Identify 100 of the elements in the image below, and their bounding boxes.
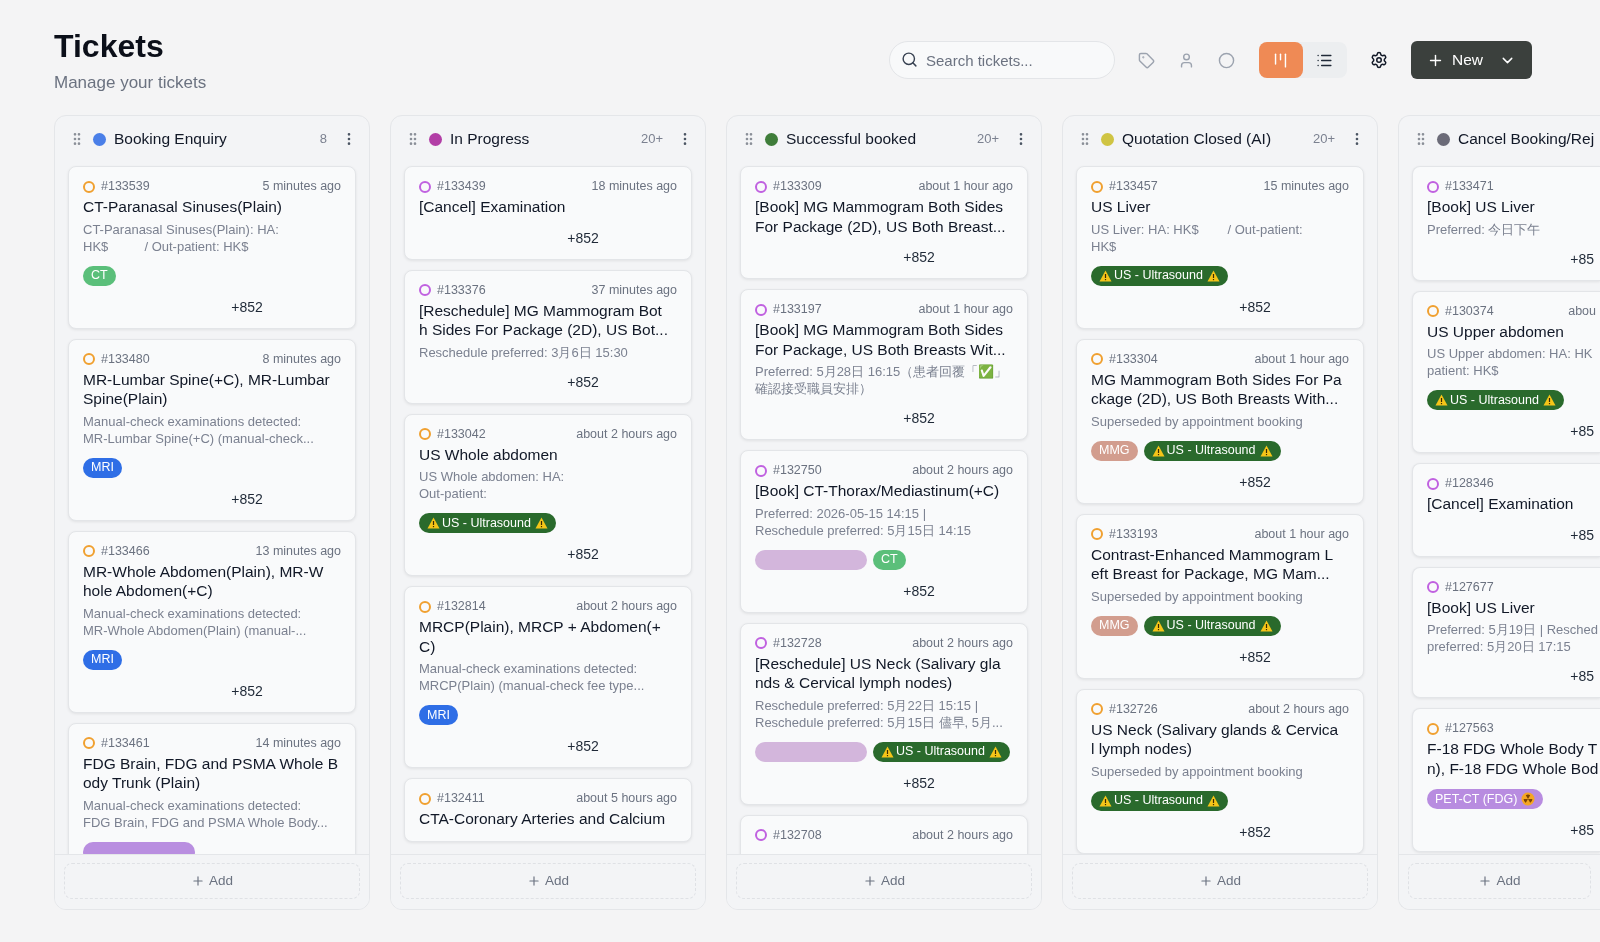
ticket-card[interactable]: #133471 [Book] US Liver Preferred: 今日下午 +85 bbox=[1412, 166, 1600, 281]
ticket-phone: +852 bbox=[903, 581, 935, 600]
ticket-card[interactable]: #133466 13 minutes ago MR-Whole Abdomen(Plain), MR-W hole Abdomen(+C) Manual-check examinations detected: MR-Whole Abdomen(Plain) (manual-... MRI +852 bbox=[68, 530, 356, 713]
ticket-card[interactable]: #127563 F-18 FDG Whole Body T n), F-18 FDG Whole Bod PET-CT (FDG) +85 bbox=[1412, 708, 1600, 852]
ticket-title: CT-Paranasal Sinuses(Plain) bbox=[83, 197, 283, 217]
view-toggle[interactable] bbox=[1259, 42, 1303, 78]
ticket-phone: +852 bbox=[231, 297, 263, 316]
tag: US - Ultrasound bbox=[419, 513, 556, 533]
ticket-card[interactable]: #133457 15 minutes ago US Liver US Liver: HA: HK$ / Out-patient: HK$ US - Ultrasound +852 bbox=[1076, 166, 1364, 329]
ticket-card[interactable]: #133376 37 minutes ago [Reschedule] MG Mammogram Bot h Sides For Package (2D), US Bot... Reschedule preferred: 3月6日 15:30 +852 bbox=[404, 269, 692, 404]
search-icon bbox=[901, 51, 918, 68]
ticket-time: about 1 hour ago bbox=[1254, 525, 1349, 543]
ticket-time: 18 minutes ago bbox=[591, 178, 677, 196]
ticket-card[interactable]: #133042 about 2 hours ago US Whole abdomen US Whole abdomen: HA: Out-patient: US - Ultrasound +852 bbox=[404, 413, 692, 576]
warning-icon bbox=[1206, 794, 1220, 807]
ticket-time: 37 minutes ago bbox=[591, 281, 677, 299]
ticket-id: #133042 bbox=[437, 425, 486, 443]
ticket-card[interactable]: #133193 about 1 hour ago Contrast-Enhanced Mammogram L eft Breast for Package, MG Mam... Superseded by appointment booking MMG US - Ultrasound +852 bbox=[1076, 513, 1364, 679]
warning-icon bbox=[427, 517, 440, 529]
ticket-time: about 1 hour ago bbox=[918, 301, 1013, 319]
ticket-title: [Reschedule] US Neck (Salivary gla nds & Cervical lymph nodes) bbox=[755, 653, 1002, 693]
ticket-title: Contrast-Enhanced Mammogram L eft Breast for Package, MG Mam... bbox=[1091, 544, 1335, 584]
ticket-time: abou bbox=[1568, 302, 1596, 320]
ticket-card[interactable]: #132750 about 2 hours ago [Book] CT-Thorax/Mediastinum(+C) Preferred: 2026-05-15 14:15 | Reschedule preferred: 5月15日 14:15 CT +852 bbox=[740, 450, 1028, 613]
ticket-card[interactable]: #132814 about 2 hours ago MRCP(Plain), MRCP + Abdomen(+ C) Manual-check examinations detected: MRCP(Plain) (manual-check fee type... MRI +852 bbox=[404, 586, 692, 768]
new-button[interactable]: New bbox=[1411, 41, 1532, 79]
ticket-time: 13 minutes ago bbox=[255, 542, 341, 560]
ticket-id: #133480 bbox=[101, 350, 150, 368]
ticket-id: #133197 bbox=[773, 301, 822, 319]
ticket-time: about 2 hours ago bbox=[576, 598, 677, 616]
plus-icon bbox=[1478, 874, 1493, 888]
ticket-card[interactable]: #133309 about 1 hour ago [Book] MG Mammogram Both Sides For Package (2D), US Both Breast... +852 bbox=[740, 166, 1028, 279]
column-count: 20+ bbox=[640, 130, 663, 149]
add-button[interactable]: Add bbox=[1072, 863, 1368, 899]
page-title: Tickets bbox=[54, 27, 165, 66]
add-button[interactable]: Add bbox=[1408, 863, 1591, 899]
ticket-id: #133461 bbox=[101, 734, 150, 752]
search-field[interactable]: Search tickets... bbox=[889, 41, 1115, 79]
column-title: Quotation Closed (AI) bbox=[1122, 129, 1272, 150]
ticket-phone: +852 bbox=[903, 248, 935, 266]
ticket-description: Manual-check examinations detected: MR-Whole Abdomen(Plain) (manual-... bbox=[83, 604, 308, 639]
ticket-description: Preferred: 今日下午 bbox=[1427, 220, 1542, 238]
ticket-card[interactable]: #133304 about 1 hour ago MG Mammogram Both Sides For Pa ckage (2D), US Both Breasts With... Superseded by appointment booking MMG US - Ultrasound +852 bbox=[1076, 338, 1364, 504]
ticket-card[interactable]: #127677 [Book] US Liver Preferred: 5月19日 | Resched preferred: 5月20日 17:15 +85 bbox=[1412, 566, 1600, 698]
ticket-phone: +85 bbox=[1570, 821, 1594, 839]
ticket-card[interactable]: #132708 about 2 hours ago bbox=[740, 814, 1028, 854]
ticket-description: US Whole abdomen: HA: Out-patient: bbox=[419, 468, 566, 502]
ticket-phone: +85 bbox=[1570, 667, 1594, 685]
warning-icon bbox=[1435, 394, 1448, 406]
ticket-time: about 5 hours ago bbox=[576, 790, 677, 808]
ticket-phone: +852 bbox=[903, 409, 935, 427]
ticket-time: 14 minutes ago bbox=[255, 734, 341, 752]
column-count: 20+ bbox=[976, 130, 999, 149]
warning-icon bbox=[1206, 269, 1220, 282]
ticket-card[interactable]: #133480 8 minutes ago MR-Lumbar Spine(+C), MR-Lumbar Spine(Plain) Manual-check examinations detected: MR-Lumbar Spine(+C) (manual-check... MRI +852 bbox=[68, 338, 356, 521]
tag-icon bbox=[1138, 51, 1156, 69]
ticket-description: Superseded by appointment booking bbox=[1091, 762, 1304, 780]
ticket-card[interactable]: #132411 about 5 hours ago CTA-Coronary Arteries and Calcium bbox=[404, 778, 692, 842]
ticket-time: about 2 hours ago bbox=[576, 425, 677, 443]
ticket-card[interactable]: #130374 abou US Upper abdomen US Upper abdomen: HA: HK patient: HK$ US - Ultrasound +85 bbox=[1412, 290, 1600, 453]
plus-icon bbox=[191, 874, 205, 888]
ticket-id: #132750 bbox=[773, 462, 822, 480]
ticket-card[interactable]: #133461 14 minutes ago FDG Brain, FDG and PSMA Whole B ody Trunk (Plain) Manual-check examinations detected: FDG Brain, FDG and PSMA Whole Body... bbox=[68, 722, 356, 854]
column-title: Booking Enquiry bbox=[114, 129, 227, 150]
ticket-id: #133466 bbox=[101, 542, 150, 560]
add-button[interactable]: Add bbox=[64, 863, 360, 899]
ticket-description: Manual-check examinations detected: FDG Brain, FDG and PSMA Whole Body... bbox=[83, 796, 329, 831]
tag: US - Ultrasound bbox=[1091, 265, 1228, 286]
column-title: In Progress bbox=[450, 129, 530, 150]
ticket-time: 8 minutes ago bbox=[262, 350, 341, 368]
ticket-card[interactable]: #132726 about 2 hours ago US Neck (Salivary glands & Cervica l lymph nodes) Superseded by appointment booking US - Ultrasound +852 bbox=[1076, 688, 1364, 854]
ticket-id: #132726 bbox=[1109, 700, 1158, 718]
warning-icon bbox=[1151, 444, 1165, 457]
column-count: 20+ bbox=[1312, 130, 1335, 149]
warning-icon bbox=[534, 517, 548, 529]
settings-icon bbox=[1370, 51, 1388, 69]
ticket-description: Manual-check examinations detected: MRCP(Plain) (manual-check fee type... bbox=[419, 660, 646, 694]
tag: CT bbox=[83, 265, 116, 286]
ticket-phone: +852 bbox=[567, 737, 599, 755]
ticket-id: #133309 bbox=[773, 178, 822, 196]
add-button[interactable]: Add bbox=[736, 863, 1032, 899]
warning-icon bbox=[1259, 619, 1273, 632]
ticket-id: #130374 bbox=[1445, 302, 1494, 320]
ticket-description: Reschedule preferred: 5月22日 15:15 | Reschedule preferred: 5月15日 儘早, 5月... bbox=[755, 696, 1004, 731]
ticket-card[interactable]: #133439 18 minutes ago [Cancel] Examination +852 bbox=[404, 166, 692, 260]
ticket-card[interactable]: #132728 about 2 hours ago [Reschedule] US Neck (Salivary gla nds & Cervical lymph nodes) Reschedule preferred: 5月22日 15:15 | Reschedule preferred: 5月15日 儘早, 5月... US - Ultrasound +852 bbox=[740, 622, 1028, 805]
ticket-title: CTA-Coronary Arteries and Calcium bbox=[419, 809, 667, 829]
ticket-card[interactable]: #128346 [Cancel] Examination +85 bbox=[1412, 463, 1600, 557]
ticket-title: MR-Lumbar Spine(+C), MR-Lumbar Spine(Plain) bbox=[83, 369, 331, 409]
ticket-title: [Reschedule] MG Mammogram Bot h Sides For Package (2D), US Bot... bbox=[419, 300, 669, 340]
tag: MMG bbox=[1091, 440, 1138, 461]
ticket-card[interactable]: #133539 5 minutes ago CT-Paranasal Sinuses(Plain) CT-Paranasal Sinuses(Plain): HA: HK$ / Out-patient: HK$ CT +852 bbox=[68, 166, 356, 329]
ticket-description: Reschedule preferred: 3月6日 15:30 bbox=[419, 343, 629, 361]
tag: CT bbox=[873, 549, 906, 570]
ticket-phone: +852 bbox=[567, 228, 599, 247]
ticket-id: #133539 bbox=[101, 178, 150, 196]
ticket-title: MRCP(Plain), MRCP + Abdomen(+ C) bbox=[419, 617, 662, 656]
add-button[interactable]: Add bbox=[400, 863, 696, 899]
ticket-phone: +852 bbox=[1239, 647, 1271, 666]
ticket-card[interactable]: #133197 about 1 hour ago [Book] MG Mammogram Both Sides For Package, US Both Breasts Wit... Preferred: 5月28日 16:15（患者回覆「✅」 確認接受職員安排） +852 bbox=[740, 289, 1028, 440]
